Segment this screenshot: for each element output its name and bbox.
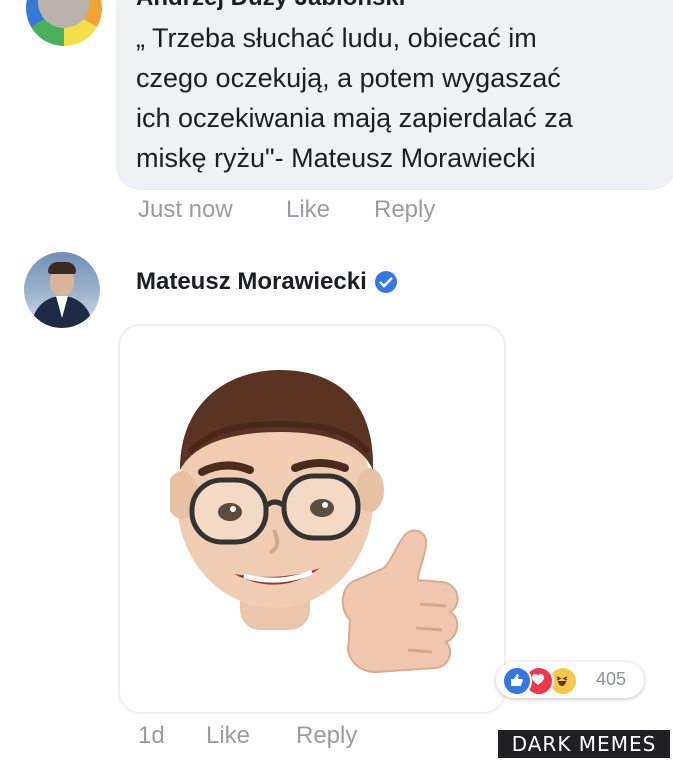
reply-button[interactable]: Reply bbox=[296, 722, 357, 750]
thumbs-up-memoji-sticker bbox=[170, 370, 459, 674]
reply-author-name[interactable]: Mateusz Morawiecki bbox=[136, 268, 367, 296]
reply-author-avatar[interactable] bbox=[24, 252, 100, 328]
watermark-logo: DARK MEMES bbox=[498, 730, 670, 758]
reaction-count: 405 bbox=[596, 669, 627, 689]
reply-button[interactable]: Reply bbox=[374, 196, 435, 224]
comment-author-name[interactable]: Andrzej Duży Jabłoński bbox=[136, 0, 405, 12]
verified-badge-icon bbox=[374, 271, 397, 293]
reply-author: Mateusz Morawiecki bbox=[136, 268, 397, 296]
like-reaction-icon bbox=[502, 666, 532, 696]
like-button[interactable]: Like bbox=[286, 196, 330, 224]
reply-timestamp: 1d bbox=[138, 722, 165, 749]
comment-text: „ Trzeba słuchać ludu, obiecać im czego … bbox=[136, 23, 573, 173]
comment-timestamp: Just now bbox=[138, 196, 233, 223]
reaction-summary[interactable]: 405 bbox=[496, 662, 644, 698]
commenter-avatar[interactable] bbox=[26, 0, 102, 46]
like-button[interactable]: Like bbox=[206, 722, 250, 750]
